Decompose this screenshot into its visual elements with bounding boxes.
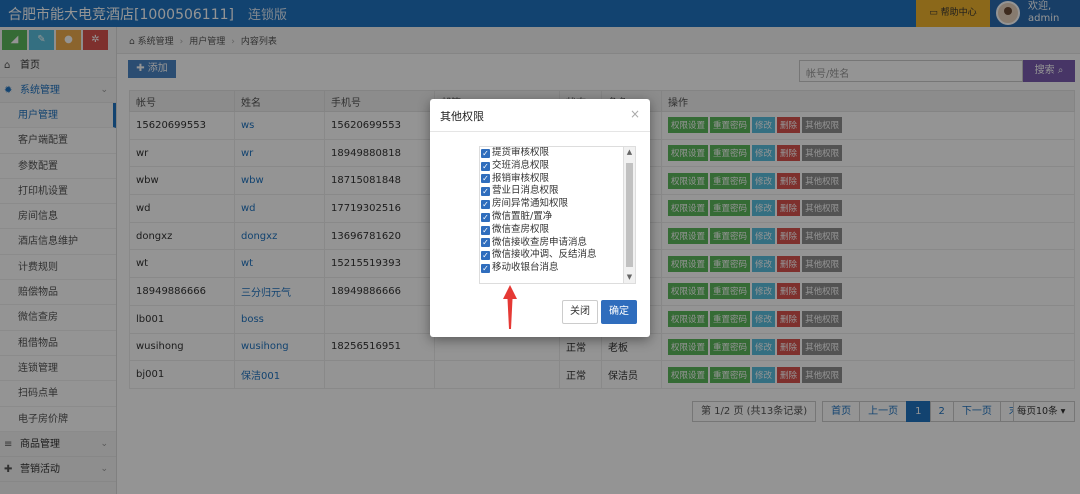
permission-item[interactable]: ✓ 报销审核权限: [480, 173, 635, 186]
permission-item[interactable]: ✓ 微信接收查房申请消息: [480, 237, 635, 250]
permission-item[interactable]: ✓ 房间异常通知权限: [480, 198, 635, 211]
scrollbar-thumb[interactable]: [626, 163, 633, 267]
permission-label: 微信置脏/置净: [492, 210, 553, 222]
dialog-close-button[interactable]: 关闭: [562, 300, 598, 324]
checkbox-checked[interactable]: ✓: [481, 161, 490, 171]
dialog-confirm-button[interactable]: 确定: [601, 300, 637, 324]
dialog-title: 其他权限: [440, 110, 484, 123]
checkbox-checked[interactable]: ✓: [481, 251, 490, 261]
permission-item[interactable]: ✓ 微信置脏/置净: [480, 211, 635, 224]
checkbox-checked[interactable]: ✓: [481, 148, 490, 158]
permission-label: 房间异常通知权限: [492, 198, 569, 210]
scroll-up-icon[interactable]: ▲: [624, 147, 635, 158]
checkbox-checked[interactable]: ✓: [481, 187, 490, 197]
checkbox-checked[interactable]: ✓: [481, 238, 490, 248]
scrollbar[interactable]: ▲ ▼: [623, 147, 635, 283]
permission-item[interactable]: ✓ 微信查房权限: [480, 224, 635, 237]
scroll-down-icon[interactable]: ▼: [624, 272, 635, 283]
permission-item[interactable]: ✓ 交班消息权限: [480, 160, 635, 173]
permission-item[interactable]: ✓ 营业日消息权限: [480, 185, 635, 198]
permission-label: 微信接收查房申请消息: [492, 236, 588, 248]
permission-label: 交班消息权限: [492, 159, 550, 171]
permission-list: ✓ 提货审核权限 ✓ 交班消息权限 ✓ 报销审核权限 ✓ 营业日消息权限 ✓ 房间异常通知权限 ✓ 微…: [479, 146, 636, 284]
checkbox-checked[interactable]: ✓: [481, 200, 490, 210]
permission-label: 营业日消息权限: [492, 185, 559, 197]
checkbox-checked[interactable]: ✓: [481, 174, 490, 184]
permission-label: 微信接收冲调、反结消息: [492, 249, 597, 261]
close-icon[interactable]: ×: [630, 107, 640, 121]
permission-label: 报销审核权限: [492, 172, 550, 184]
permission-label: 移动收银台消息: [492, 262, 559, 274]
permission-label: 微信查房权限: [492, 223, 550, 235]
dialog-header: 其他权限 ×: [430, 99, 650, 132]
checkbox-checked[interactable]: ✓: [481, 225, 490, 235]
permission-item[interactable]: ✓ 微信接收冲调、反结消息: [480, 249, 635, 262]
permission-item[interactable]: ✓ 提货审核权限: [480, 147, 635, 160]
red-arrow-annotation: [503, 285, 517, 329]
permission-item[interactable]: ✓ 移动收银台消息: [480, 262, 635, 275]
checkbox-checked[interactable]: ✓: [481, 264, 490, 274]
checkbox-checked[interactable]: ✓: [481, 212, 490, 222]
permission-label: 提货审核权限: [492, 147, 550, 158]
